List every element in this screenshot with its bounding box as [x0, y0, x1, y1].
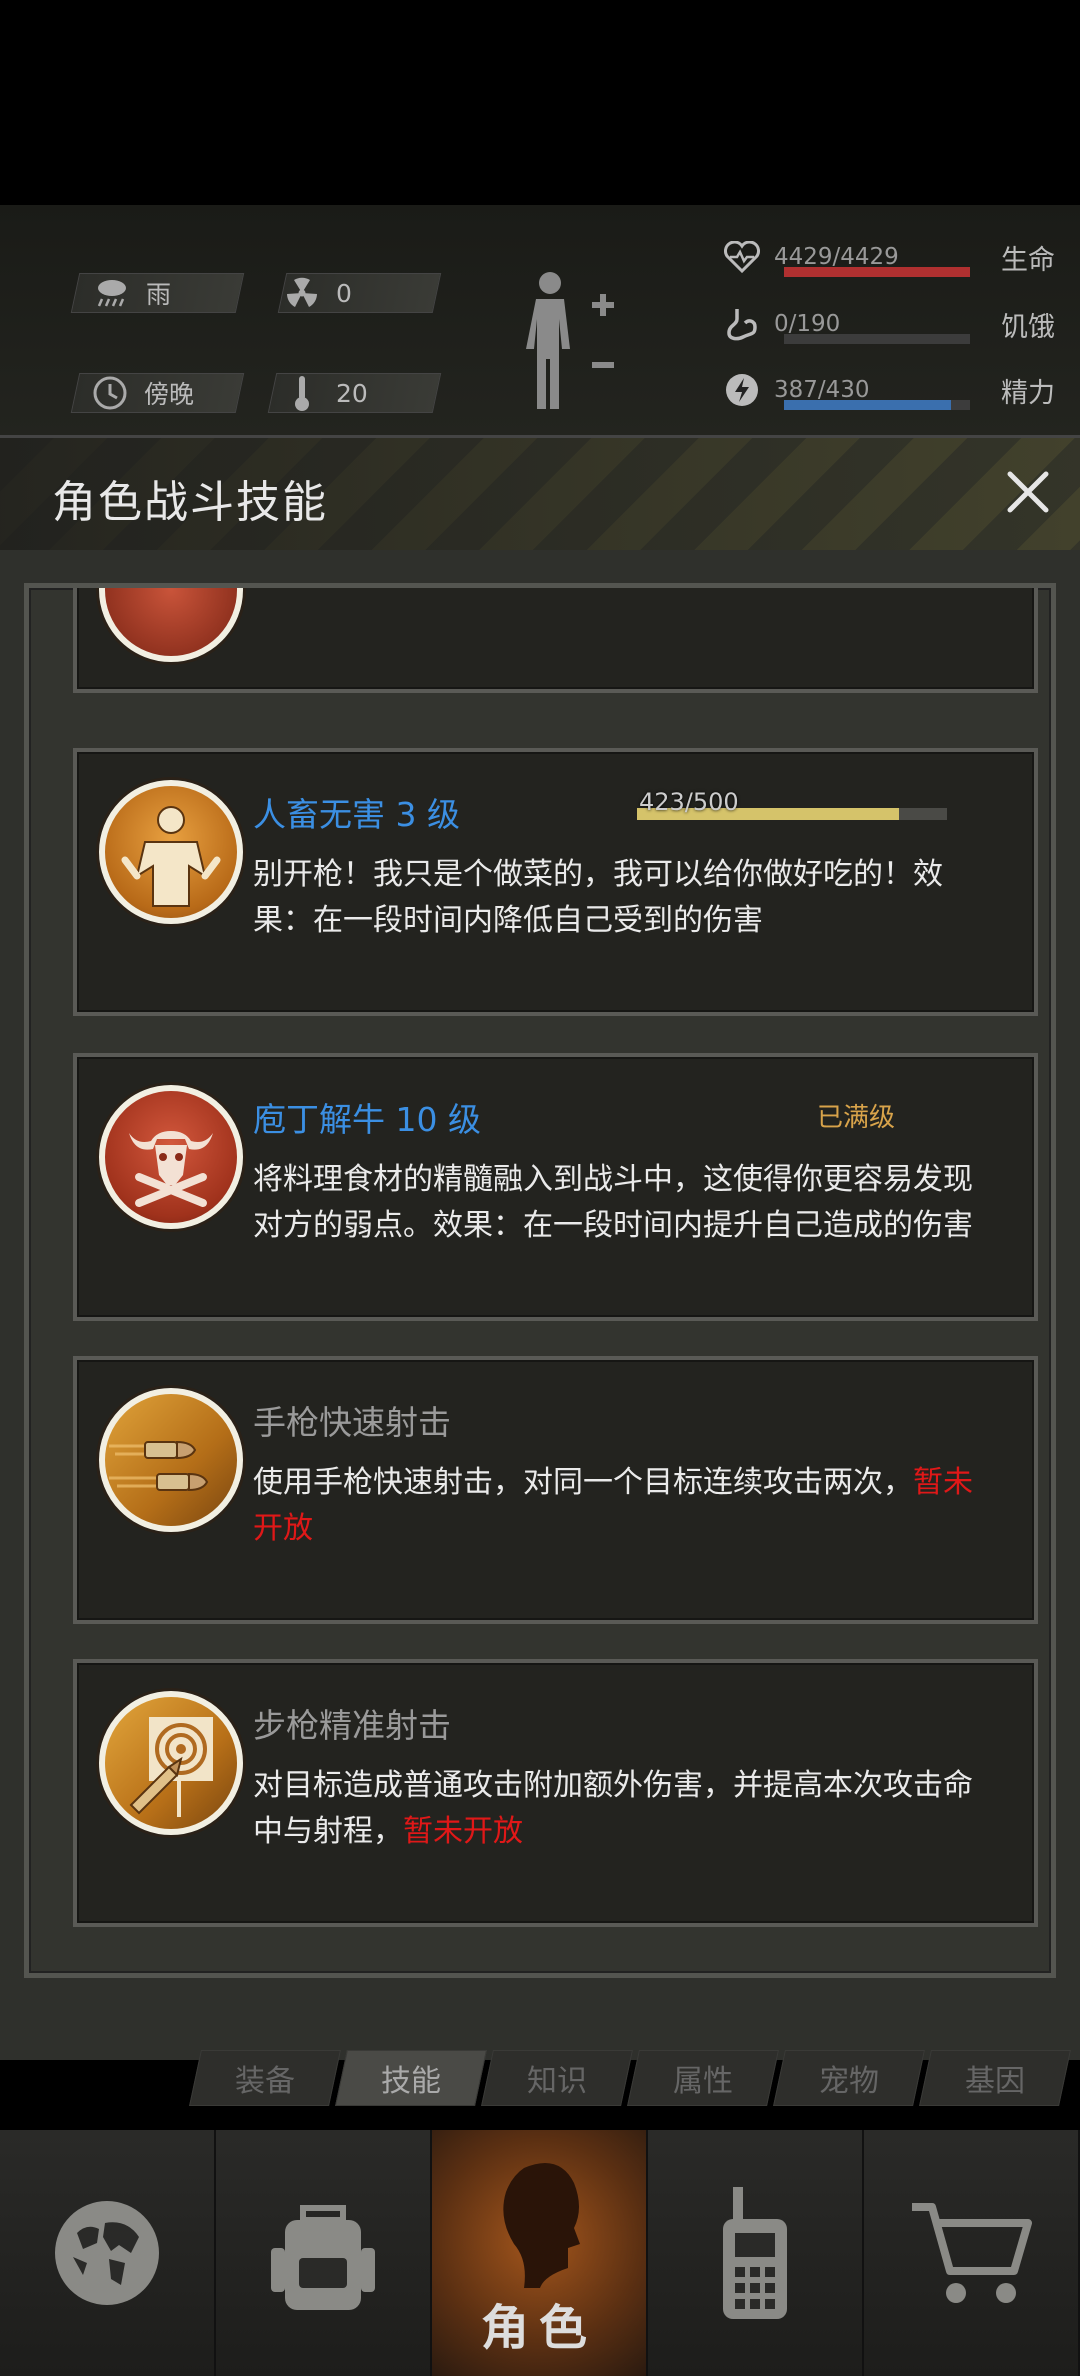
tab-pets[interactable]: 宠物	[773, 2050, 925, 2106]
human-body-icon	[526, 272, 614, 409]
character-subtabs: 装备 技能 知识 属性 宠物 基因	[189, 2050, 1075, 2110]
skill-name-pistol: 手枪快速射击	[253, 1403, 451, 1442]
backpack-icon	[271, 2205, 375, 2310]
health-stat: 4429/4429 生命	[720, 235, 1065, 279]
dialog-title: 角色战斗技能	[52, 477, 328, 528]
tab-knowledge[interactable]: 知识	[481, 2050, 633, 2106]
nav-world-map[interactable]	[0, 2130, 216, 2376]
bottom-navigation: 角色	[0, 2130, 1080, 2376]
skill-desc-pistol-text: 使用手枪快速射击，对同一个目标连续攻击两次，	[253, 1465, 913, 1500]
rain-cloud-icon	[92, 273, 132, 313]
skill-list[interactable]: 人畜无害 3 级 423/500 别开枪！我只是个做菜的，我可以给你做好吃的！效…	[24, 583, 1056, 1978]
heart-icon	[720, 235, 764, 279]
stomach-icon	[720, 302, 764, 346]
skill-card-rifle[interactable]: 步枪精准射击 对目标造成普通攻击附加额外伤害，并提高本次攻击命中与射程，暂未开放	[73, 1659, 1038, 1927]
cook-shrug-icon	[99, 780, 243, 924]
skill-desc-butcher: 将料理食材的精髓融入到战斗中，这使得你更容易发现对方的弱点。效果：在一段时间内提…	[253, 1162, 973, 1243]
skill-xp-text: 423/500	[639, 788, 739, 816]
tab-equipment-label: 装备	[235, 2064, 295, 2099]
tab-knowledge-label: 知识	[527, 2064, 587, 2099]
bullets-icon	[99, 1388, 243, 1532]
walkie-talkie-icon	[723, 2187, 787, 2319]
temperature-indicator: 20	[282, 373, 368, 413]
skill-card-harmless[interactable]: 人畜无害 3 级 423/500 别开枪！我只是个做菜的，我可以给你做好吃的！效…	[73, 748, 1038, 1016]
tab-skills[interactable]: 技能	[335, 2050, 487, 2106]
time-text: 傍晚	[144, 380, 195, 409]
skill-name-harmless: 人畜无害 3 级	[253, 795, 460, 834]
tab-attributes-label: 属性	[673, 2064, 733, 2099]
close-button[interactable]	[996, 460, 1060, 524]
skill-card-partial[interactable]	[73, 588, 1038, 693]
energy-label: 精力	[1001, 377, 1055, 409]
tab-genes[interactable]: 基因	[919, 2050, 1071, 2106]
nav-character-label: 角色	[480, 2300, 597, 2356]
combat-skills-dialog: 角色战斗技能 人畜无害 3 级 423/500 别开枪！我只是个做菜的，我可以给…	[0, 435, 1080, 2060]
radiation-value: 0	[336, 278, 352, 308]
nav-shop[interactable]	[864, 2130, 1080, 2376]
radiation-indicator: 0	[282, 273, 352, 313]
bull-skull-knives-icon	[99, 1085, 243, 1229]
skill-desc-rifle-text: 对目标造成普通攻击附加额外伤害，并提高本次攻击命中与射程，	[253, 1768, 973, 1849]
shopping-cart-icon	[912, 2203, 1032, 2303]
temperature-value: 20	[336, 378, 368, 408]
weather-indicator: 雨	[92, 273, 171, 313]
character-head-icon	[503, 2163, 580, 2288]
skill-desc-harmless: 别开枪！我只是个做菜的，我可以给你做好吃的！效果：在一段时间内降低自己受到的伤害	[253, 857, 943, 938]
weather-text: 雨	[146, 280, 172, 309]
energy-stat: 387/430 精力	[720, 368, 1065, 412]
skill-badge-partial-icon	[99, 588, 243, 662]
locked-label: 暂未开放	[403, 1814, 523, 1849]
close-icon	[1007, 471, 1049, 513]
health-label: 生命	[1001, 244, 1055, 276]
energy-icon	[720, 368, 764, 412]
tab-equipment[interactable]: 装备	[189, 2050, 341, 2106]
target-bullet-icon	[99, 1691, 243, 1835]
tab-genes-label: 基因	[965, 2064, 1025, 2099]
hunger-stat: 0/190 饥饿	[720, 302, 1065, 346]
time-indicator: 傍晚	[90, 373, 194, 413]
tab-pets-label: 宠物	[819, 2064, 879, 2099]
radiation-icon	[282, 273, 322, 313]
body-status-figure[interactable]	[520, 265, 620, 425]
nav-character[interactable]: 角色	[432, 2130, 648, 2376]
skill-desc-rifle: 对目标造成普通攻击附加额外伤害，并提高本次攻击命中与射程，暂未开放	[253, 1763, 993, 1855]
hunger-label: 饥饿	[1001, 311, 1055, 343]
skill-name-butcher: 庖丁解牛 10 级	[253, 1100, 481, 1139]
tab-attributes[interactable]: 属性	[627, 2050, 779, 2106]
max-level-badge: 已满级	[817, 1103, 896, 1133]
clock-icon	[90, 373, 130, 413]
nav-radio[interactable]	[648, 2130, 864, 2376]
skill-card-pistol[interactable]: 手枪快速射击 使用手枪快速射击，对同一个目标连续攻击两次，暂未开放	[73, 1356, 1038, 1624]
nav-backpack[interactable]	[216, 2130, 432, 2376]
skill-name-rifle: 步枪精准射击	[253, 1706, 451, 1745]
globe-icon	[55, 2201, 159, 2305]
skill-card-butcher[interactable]: 庖丁解牛 10 级 已满级 将料理食材的精髓融入到战斗中，这使得你更容易发现对方…	[73, 1053, 1038, 1321]
health-bar	[784, 267, 970, 277]
thermometer-icon	[282, 373, 322, 413]
tab-skills-label: 技能	[381, 2064, 441, 2099]
hunger-bar	[784, 334, 970, 344]
energy-bar	[784, 400, 970, 410]
skill-desc-pistol: 使用手枪快速射击，对同一个目标连续攻击两次，暂未开放	[253, 1460, 993, 1552]
